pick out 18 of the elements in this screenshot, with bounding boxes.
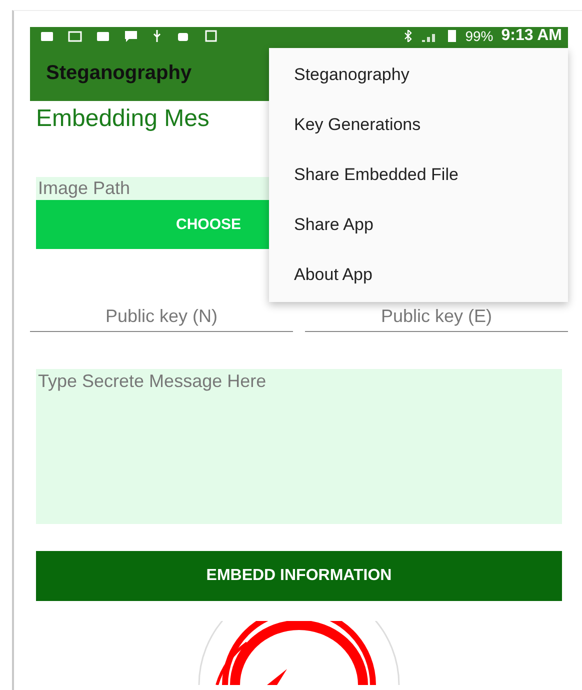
public-key-field[interactable]: Public key (E) (305, 301, 568, 332)
menu-item[interactable]: Key Generations (269, 100, 568, 150)
page-heading: Embedding Mes (36, 105, 210, 134)
battery-icon (447, 30, 458, 42)
message-field[interactable]: Type Secrete Message Here (36, 369, 562, 524)
menu-item[interactable]: About App (269, 250, 568, 300)
menu-item[interactable]: Steganography (269, 50, 568, 100)
message-icon (124, 30, 138, 42)
bluetooth-icon (403, 30, 414, 42)
usb-icon (152, 30, 162, 42)
menu-item[interactable]: Share App (269, 200, 568, 250)
clock: 9:13 AM (501, 27, 562, 45)
public-key-field[interactable]: Public key (N) (30, 301, 293, 332)
battery-level: 99% (465, 27, 494, 45)
image-icon (68, 30, 82, 42)
menu-item[interactable]: Share Embedded File (269, 150, 568, 200)
embed-button[interactable]: EMBEDD INFORMATION (36, 551, 562, 601)
app-title: Steganography (46, 62, 192, 84)
